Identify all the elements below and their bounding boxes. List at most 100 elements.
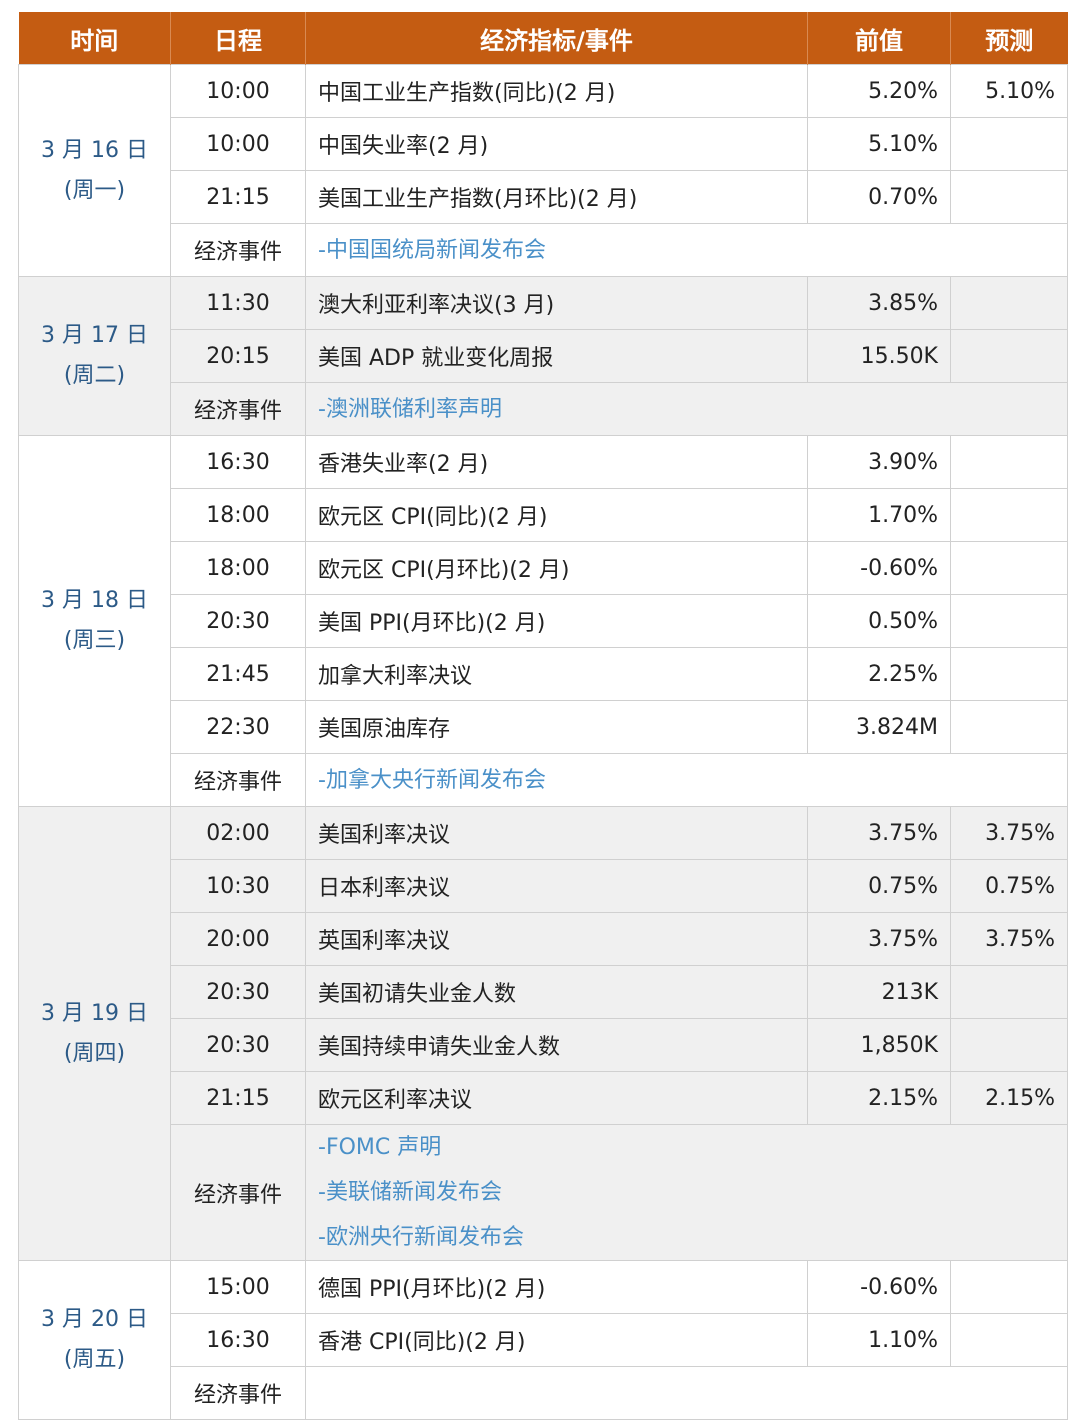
- forecast-cell: 2.15%: [950, 1071, 1068, 1125]
- forecast-cell: [950, 488, 1068, 542]
- event-item: -澳洲联储利率声明: [318, 396, 502, 422]
- header-time: 时间: [18, 12, 171, 65]
- table-row: 3 月 20 日 (周五) 15:00 德国 PPI(月环比)(2 月) -0.60%: [18, 1260, 1068, 1420]
- table-row: 18:00 欧元区 CPI(月环比)(2 月) -0.60%: [19, 541, 1068, 595]
- previous-cell: 1.70%: [807, 488, 951, 542]
- event-item: -欧洲央行新闻发布会: [318, 1225, 524, 1250]
- economic-calendar-table: 时间 日程 经济指标/事件 前值 预测 3 月 16 日 (周一) 10:00 中国工…: [18, 12, 1068, 1420]
- date-label: 3 月 20 日: [41, 1307, 148, 1332]
- time-cell: 10:30: [170, 859, 306, 913]
- event-list-cell: -中国国统局新闻发布会: [305, 223, 1068, 277]
- forecast-cell: 3.75%: [950, 912, 1068, 966]
- indicator-cell: 中国失业率(2 月): [305, 117, 808, 171]
- time-cell: 21:45: [170, 647, 306, 701]
- indicator-cell: 美国初请失业金人数: [305, 965, 808, 1019]
- previous-cell: 2.25%: [807, 647, 951, 701]
- date-label: 3 月 18 日: [41, 588, 148, 613]
- header-previous: 前值: [807, 12, 951, 65]
- time-cell: 10:00: [170, 117, 306, 171]
- indicator-cell: 加拿大利率决议: [305, 647, 808, 701]
- time-cell: 16:30: [170, 1313, 306, 1367]
- time-cell: 02:00: [170, 806, 306, 860]
- event-label-cell: 经济事件: [170, 382, 306, 436]
- day-group: 3 月 17 日 (周二) 11:30 澳大利亚利率决议(3 月) 3.85% 20:15…: [18, 276, 1068, 436]
- time-cell: 20:15: [170, 329, 306, 383]
- time-cell: 18:00: [170, 541, 306, 595]
- event-item: -加拿大央行新闻发布会: [318, 767, 546, 793]
- forecast-cell: [950, 276, 1068, 330]
- event-list-cell: -澳洲联储利率声明: [305, 382, 1068, 436]
- day-group: 3 月 18 日 (周三) 16:30 香港失业率(2 月) 3.90% 18:00 欧元区…: [18, 435, 1068, 807]
- previous-cell: 213K: [807, 965, 951, 1019]
- table-row: 16:30 香港 CPI(同比)(2 月) 1.10%: [19, 1313, 1068, 1367]
- time-cell: 18:00: [170, 488, 306, 542]
- indicator-cell: 德国 PPI(月环比)(2 月): [305, 1260, 808, 1314]
- previous-cell: 5.10%: [807, 117, 951, 171]
- forecast-cell: [950, 965, 1068, 1019]
- day-group: 3 月 16 日 (周一) 10:00 中国工业生产指数(同比)(2 月) 5.20% 5…: [18, 64, 1068, 277]
- previous-cell: 0.70%: [807, 170, 951, 224]
- indicator-cell: 日本利率决议: [305, 859, 808, 913]
- indicator-cell: 欧元区 CPI(同比)(2 月): [305, 488, 808, 542]
- forecast-cell: [950, 647, 1068, 701]
- previous-cell: 5.20%: [807, 64, 951, 118]
- indicator-cell: 香港失业率(2 月): [305, 435, 808, 489]
- event-list-cell: [305, 1366, 1068, 1420]
- table-row: 20:00 英国利率决议 3.75% 3.75%: [19, 912, 1068, 966]
- table-row: 20:30 美国持续申请失业金人数 1,850K: [19, 1018, 1068, 1072]
- table-row: 10:30 日本利率决议 0.75% 0.75%: [19, 859, 1068, 913]
- forecast-cell: [950, 329, 1068, 383]
- time-cell: 10:00: [170, 64, 306, 118]
- date-cell: 3 月 19 日 (周四): [18, 806, 171, 1261]
- forecast-cell: [950, 1260, 1068, 1314]
- previous-cell: 1,850K: [807, 1018, 951, 1072]
- table-row: 3 月 19 日 (周四) 02:00 美国利率决议 3.75% 3.75%: [18, 806, 1068, 1261]
- forecast-cell: [950, 541, 1068, 595]
- table-row: 3 月 16 日 (周一) 10:00 中国工业生产指数(同比)(2 月) 5.20% 5…: [18, 64, 1068, 277]
- previous-cell: -0.60%: [807, 1260, 951, 1314]
- date-label: 3 月 16 日: [41, 137, 148, 163]
- previous-cell: 0.75%: [807, 859, 951, 913]
- event-row: 经济事件 -澳洲联储利率声明: [19, 382, 1068, 436]
- previous-cell: 3.75%: [807, 806, 951, 860]
- time-cell: 20:30: [170, 594, 306, 648]
- event-list-cell: -FOMC 声明 -美联储新闻发布会 -欧洲央行新闻发布会: [305, 1124, 1068, 1261]
- event-label-cell: 经济事件: [170, 1124, 306, 1261]
- table-header: 时间 日程 经济指标/事件 前值 预测: [18, 12, 1068, 65]
- previous-cell: 3.85%: [807, 276, 951, 330]
- time-cell: 20:00: [170, 912, 306, 966]
- previous-cell: -0.60%: [807, 541, 951, 595]
- previous-cell: 3.90%: [807, 435, 951, 489]
- indicator-cell: 欧元区利率决议: [305, 1071, 808, 1125]
- table-row: 18:00 欧元区 CPI(同比)(2 月) 1.70%: [19, 488, 1068, 542]
- previous-cell: 3.824M: [807, 700, 951, 754]
- date-cell: 3 月 18 日 (周三): [18, 435, 171, 807]
- previous-cell: 2.15%: [807, 1071, 951, 1125]
- indicator-cell: 美国工业生产指数(月环比)(2 月): [305, 170, 808, 224]
- indicator-cell: 美国持续申请失业金人数: [305, 1018, 808, 1072]
- header-row: 时间 日程 经济指标/事件 前值 预测: [18, 12, 1068, 65]
- forecast-cell: [950, 170, 1068, 224]
- indicator-cell: 欧元区 CPI(月环比)(2 月): [305, 541, 808, 595]
- table-row: 21:15 欧元区利率决议 2.15% 2.15%: [19, 1071, 1068, 1125]
- event-label-cell: 经济事件: [170, 753, 306, 807]
- event-label-cell: 经济事件: [170, 1366, 306, 1420]
- event-item: -中国国统局新闻发布会: [318, 237, 546, 263]
- indicator-cell: 美国 ADP 就业变化周报: [305, 329, 808, 383]
- table-row: 21:45 加拿大利率决议 2.25%: [19, 647, 1068, 701]
- event-row: 经济事件 -中国国统局新闻发布会: [19, 223, 1068, 277]
- forecast-cell: [950, 594, 1068, 648]
- forecast-cell: 5.10%: [950, 64, 1068, 118]
- forecast-cell: [950, 117, 1068, 171]
- table-row: 3 月 17 日 (周二) 11:30 澳大利亚利率决议(3 月) 3.85%: [18, 276, 1068, 436]
- header-schedule: 日程: [170, 12, 306, 65]
- date-cell: 3 月 16 日 (周一): [18, 64, 171, 277]
- time-cell: 16:30: [170, 435, 306, 489]
- header-indicator: 经济指标/事件: [305, 12, 808, 65]
- forecast-cell: [950, 700, 1068, 754]
- weekday-label: (周五): [63, 1347, 126, 1372]
- time-cell: 21:15: [170, 170, 306, 224]
- time-cell: 20:30: [170, 1018, 306, 1072]
- forecast-cell: 0.75%: [950, 859, 1068, 913]
- day-group: 3 月 19 日 (周四) 02:00 美国利率决议 3.75% 3.75% 10:30 日本…: [18, 806, 1068, 1261]
